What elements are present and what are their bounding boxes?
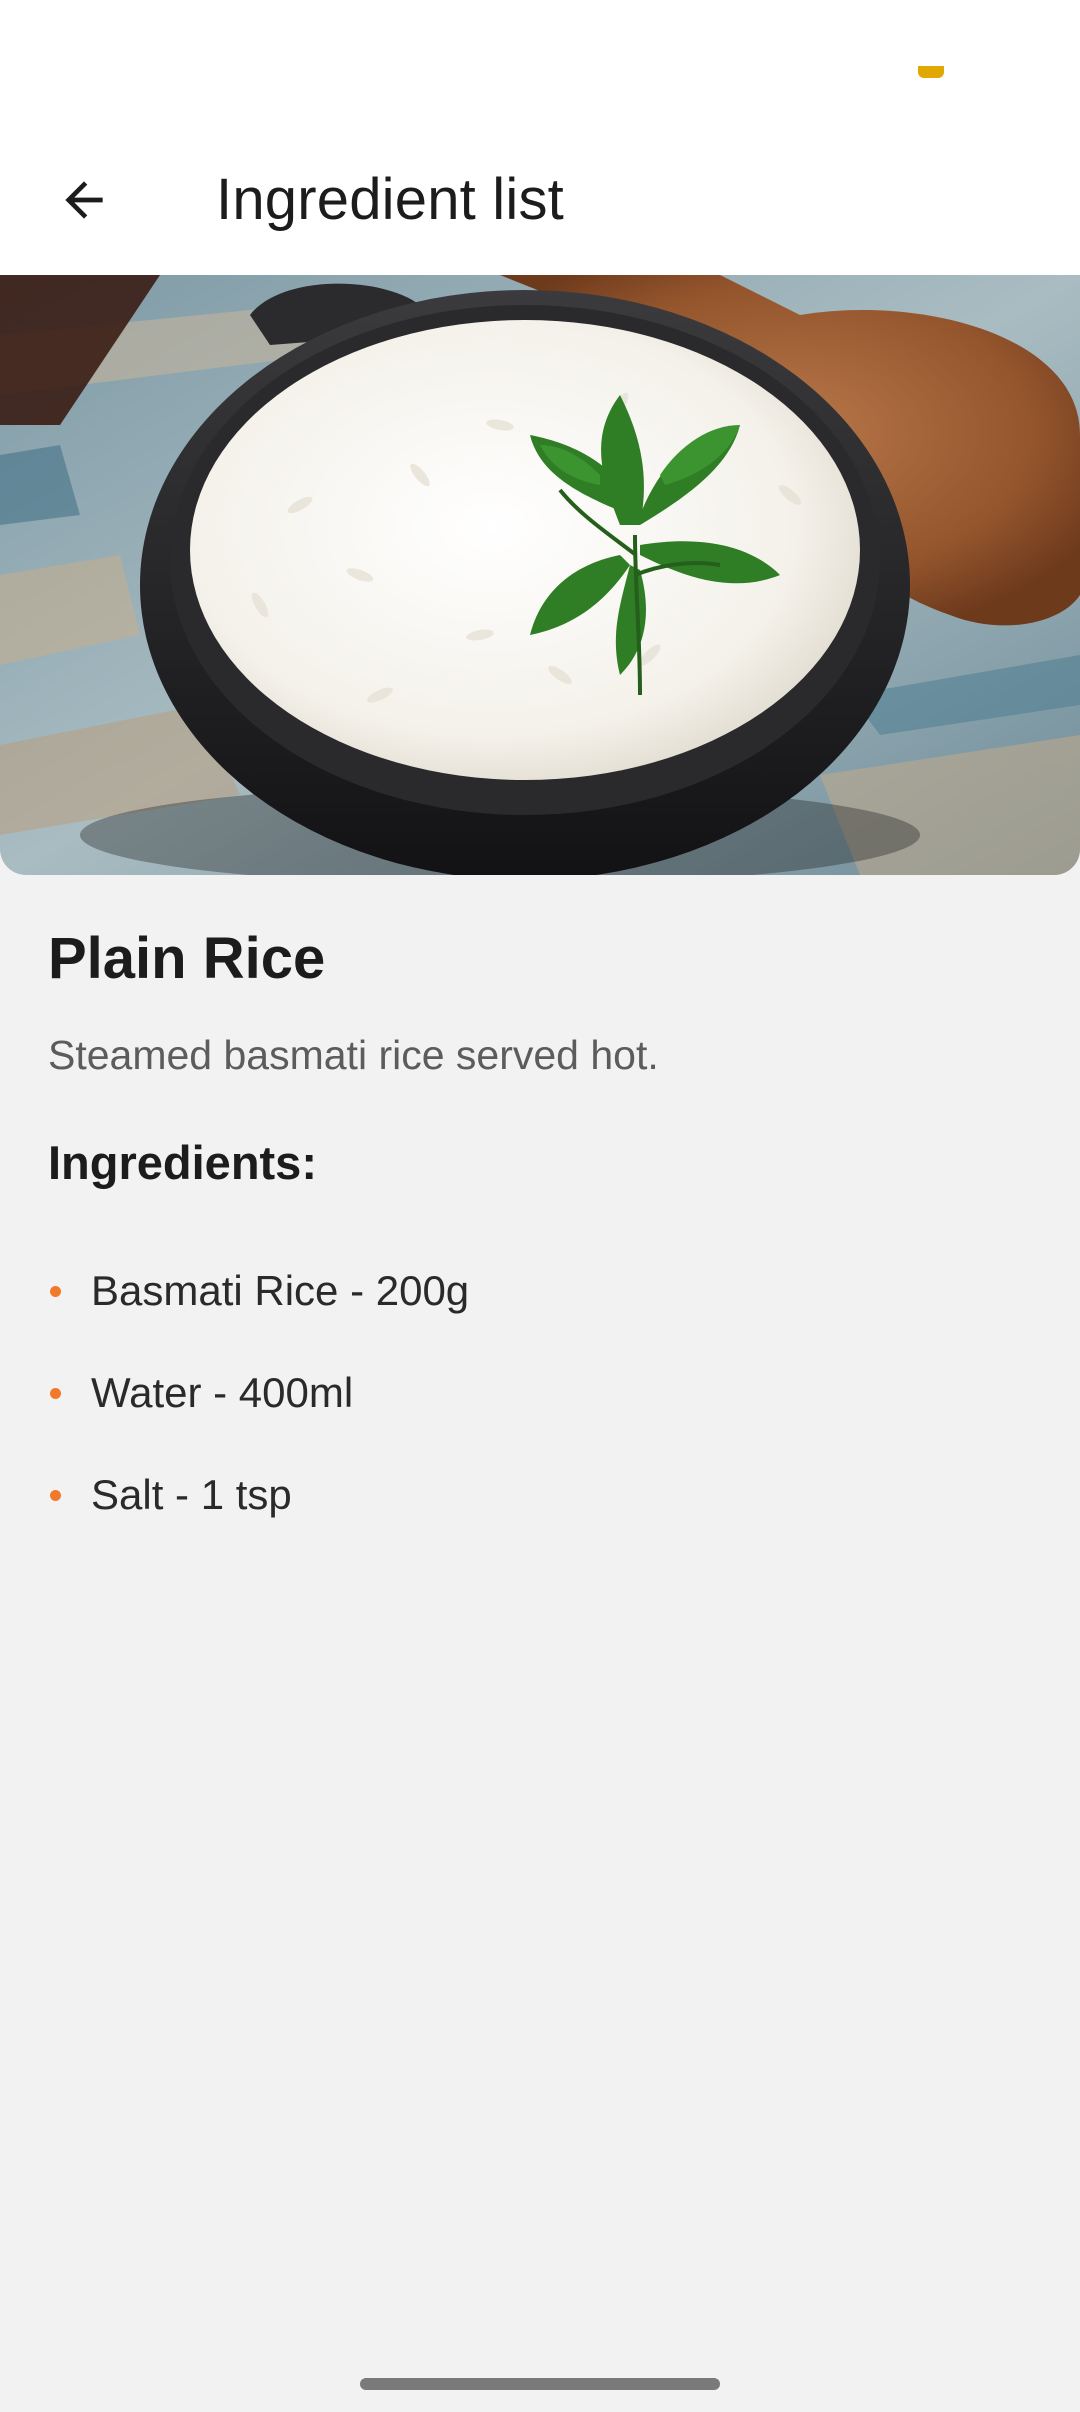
arrow-left-icon — [65, 181, 103, 219]
list-item: Basmati Rice - 200g — [48, 1240, 469, 1342]
ingredient-text: Basmati Rice - 200g — [91, 1267, 470, 1314]
recipe-description: Steamed basmati rice served hot. — [48, 1032, 659, 1078]
recipe-name: Plain Rice — [48, 926, 326, 991]
gesture-navigation-handle[interactable] — [360, 2378, 720, 2390]
page-title: Ingredient list — [216, 167, 564, 232]
ingredient-list: Basmati Rice - 200g Water - 400ml Salt -… — [48, 1240, 469, 1546]
status-bar — [0, 0, 1080, 110]
ingredient-text: Salt - 1 tsp — [91, 1471, 292, 1518]
status-indicator-icon — [918, 66, 944, 78]
app-bar: Ingredient list — [0, 110, 1080, 275]
recipe-image — [0, 275, 1080, 875]
ingredient-text: Water - 400ml — [91, 1369, 354, 1416]
bullet-icon — [50, 1489, 61, 1501]
list-item: Salt - 1 tsp — [48, 1444, 469, 1546]
list-item: Water - 400ml — [48, 1342, 469, 1444]
ingredients-heading: Ingredients: — [48, 1136, 317, 1189]
bullet-icon — [50, 1285, 61, 1297]
back-button[interactable] — [40, 156, 128, 244]
bullet-icon — [50, 1387, 61, 1399]
